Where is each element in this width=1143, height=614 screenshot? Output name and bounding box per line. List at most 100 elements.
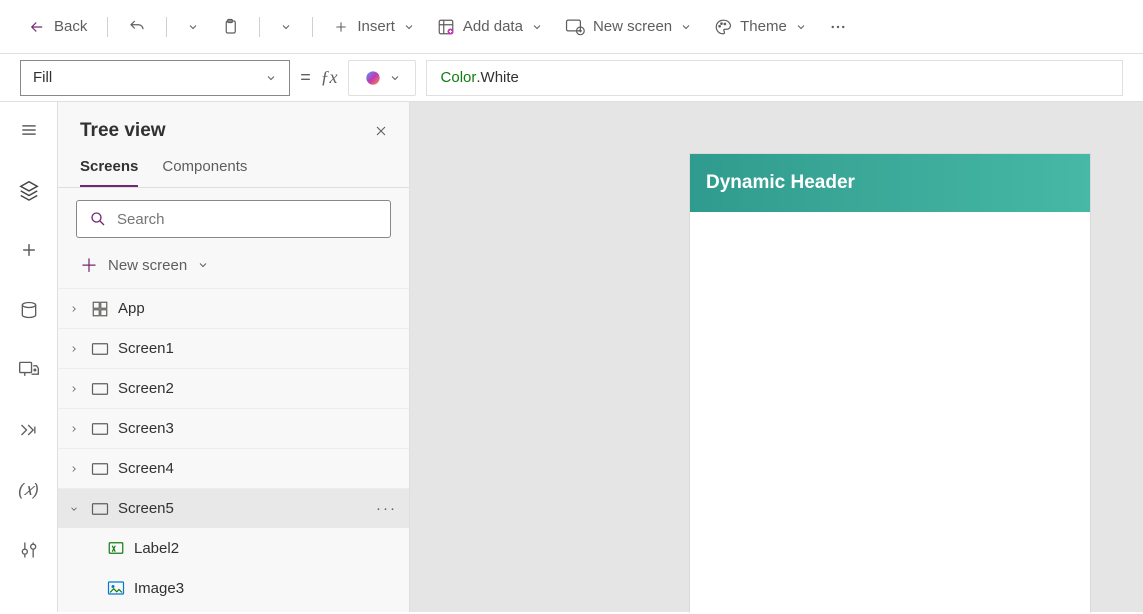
tree-item-label: Screen4 (118, 460, 174, 477)
screen-icon (90, 339, 110, 359)
property-select[interactable]: Fill (20, 60, 290, 96)
tree-item-label: Image3 (134, 580, 184, 597)
chevron-down-icon (197, 259, 209, 271)
tree-item-label: Screen3 (118, 420, 174, 437)
chevron-down-icon (403, 21, 415, 33)
new-screen-label: New screen (108, 257, 187, 274)
separator (312, 17, 313, 37)
undo-icon (128, 18, 146, 36)
rail-tree-view[interactable] (9, 176, 49, 204)
palette-icon (714, 18, 732, 36)
fx-label: ƒx (321, 67, 338, 88)
chevron-right-icon (66, 424, 82, 434)
theme-button[interactable]: Theme (706, 12, 815, 42)
label-icon (106, 538, 126, 558)
separator (166, 17, 167, 37)
property-value: Fill (33, 69, 52, 86)
left-rail: (𝑥) (0, 102, 58, 612)
equals-sign: = (300, 67, 311, 88)
new-screen-row[interactable]: ＋ New screen (58, 238, 409, 288)
add-data-button[interactable]: Add data (429, 12, 551, 42)
screen-add-icon (565, 18, 585, 36)
plus-icon (333, 19, 349, 35)
insert-label: Insert (357, 18, 395, 35)
formula-token-color: Color (441, 69, 477, 86)
canvas[interactable]: Dynamic Header (410, 102, 1143, 612)
tree-title: Tree view (80, 120, 166, 142)
plus-icon: ＋ (80, 252, 98, 278)
header-text: Dynamic Header (706, 172, 855, 194)
insert-button[interactable]: Insert (325, 12, 423, 41)
chevron-down-icon (531, 21, 543, 33)
rail-hamburger[interactable] (9, 116, 49, 144)
more-icon (829, 18, 847, 36)
back-button[interactable]: Back (20, 12, 95, 42)
screen-icon (90, 419, 110, 439)
tree-tabs: Screens Components (58, 150, 409, 188)
tree-item-label: Label2 (134, 540, 179, 557)
tree-item-image3[interactable]: Image3 (58, 568, 409, 608)
main-area: (𝑥) Tree view Screens Components ＋ New s… (0, 102, 1143, 612)
tab-screens[interactable]: Screens (80, 150, 138, 187)
image-icon (106, 578, 126, 598)
tree-list: App Screen1 Screen2 Screen3 Screen4 (58, 288, 409, 612)
screen-preview[interactable]: Dynamic Header (690, 154, 1090, 614)
undo-button[interactable] (120, 12, 154, 42)
separator (259, 17, 260, 37)
rail-tools[interactable] (9, 536, 49, 564)
tree-item-screen5[interactable]: Screen5 ··· (58, 488, 409, 528)
formula-input[interactable]: Color.White (426, 60, 1123, 96)
chevron-down-icon (66, 504, 82, 514)
copilot-icon (363, 68, 383, 88)
tree-item-label: Screen5 (118, 500, 174, 517)
chevron-right-icon (66, 344, 82, 354)
screen-icon (90, 459, 110, 479)
new-screen-label: New screen (593, 18, 672, 35)
tree-item-screen4[interactable]: Screen4 (58, 448, 409, 488)
paste-menu[interactable] (272, 15, 300, 39)
tree-item-screen3[interactable]: Screen3 (58, 408, 409, 448)
chevron-down-icon (265, 72, 277, 84)
back-label: Back (54, 18, 87, 35)
item-more-button[interactable]: ··· (376, 500, 397, 517)
close-panel-button[interactable] (373, 123, 389, 139)
undo-menu[interactable] (179, 15, 207, 39)
tree-view-panel: Tree view Screens Components ＋ New scree… (58, 102, 410, 612)
screen-icon (90, 499, 110, 519)
tree-item-screen2[interactable]: Screen2 (58, 368, 409, 408)
tree-item-label: App (118, 300, 145, 317)
clipboard-icon (221, 18, 239, 36)
dynamic-header[interactable]: Dynamic Header (690, 154, 1090, 212)
chevron-right-icon (66, 304, 82, 314)
formula-bar: Fill = ƒx Color.White (0, 54, 1143, 102)
tree-item-label2[interactable]: Label2 (58, 528, 409, 568)
rail-data[interactable] (9, 296, 49, 324)
chevron-down-icon (280, 21, 292, 33)
paste-button[interactable] (213, 12, 247, 42)
search-input[interactable] (117, 211, 378, 228)
rail-power-automate[interactable] (9, 416, 49, 444)
tree-item-app[interactable]: App (58, 288, 409, 328)
formula-token-rest: .White (476, 69, 519, 86)
chevron-down-icon (187, 21, 199, 33)
copilot-formula-button[interactable] (348, 60, 416, 96)
rail-media[interactable] (9, 356, 49, 384)
separator (107, 17, 108, 37)
search-icon (89, 210, 107, 228)
add-data-label: Add data (463, 18, 523, 35)
arrow-left-icon (28, 18, 46, 36)
tree-item-label: Screen1 (118, 340, 174, 357)
tree-item-screen1[interactable]: Screen1 (58, 328, 409, 368)
tree-search[interactable] (76, 200, 391, 238)
data-grid-icon (437, 18, 455, 36)
tree-header: Tree view (58, 102, 409, 150)
chevron-down-icon (795, 21, 807, 33)
theme-label: Theme (740, 18, 787, 35)
new-screen-button[interactable]: New screen (557, 12, 700, 42)
tree-item-label: Screen2 (118, 380, 174, 397)
rail-insert[interactable] (9, 236, 49, 264)
tab-components[interactable]: Components (162, 150, 247, 187)
rail-variables[interactable]: (𝑥) (9, 476, 49, 504)
chevron-right-icon (66, 464, 82, 474)
overflow-button[interactable] (821, 12, 855, 42)
